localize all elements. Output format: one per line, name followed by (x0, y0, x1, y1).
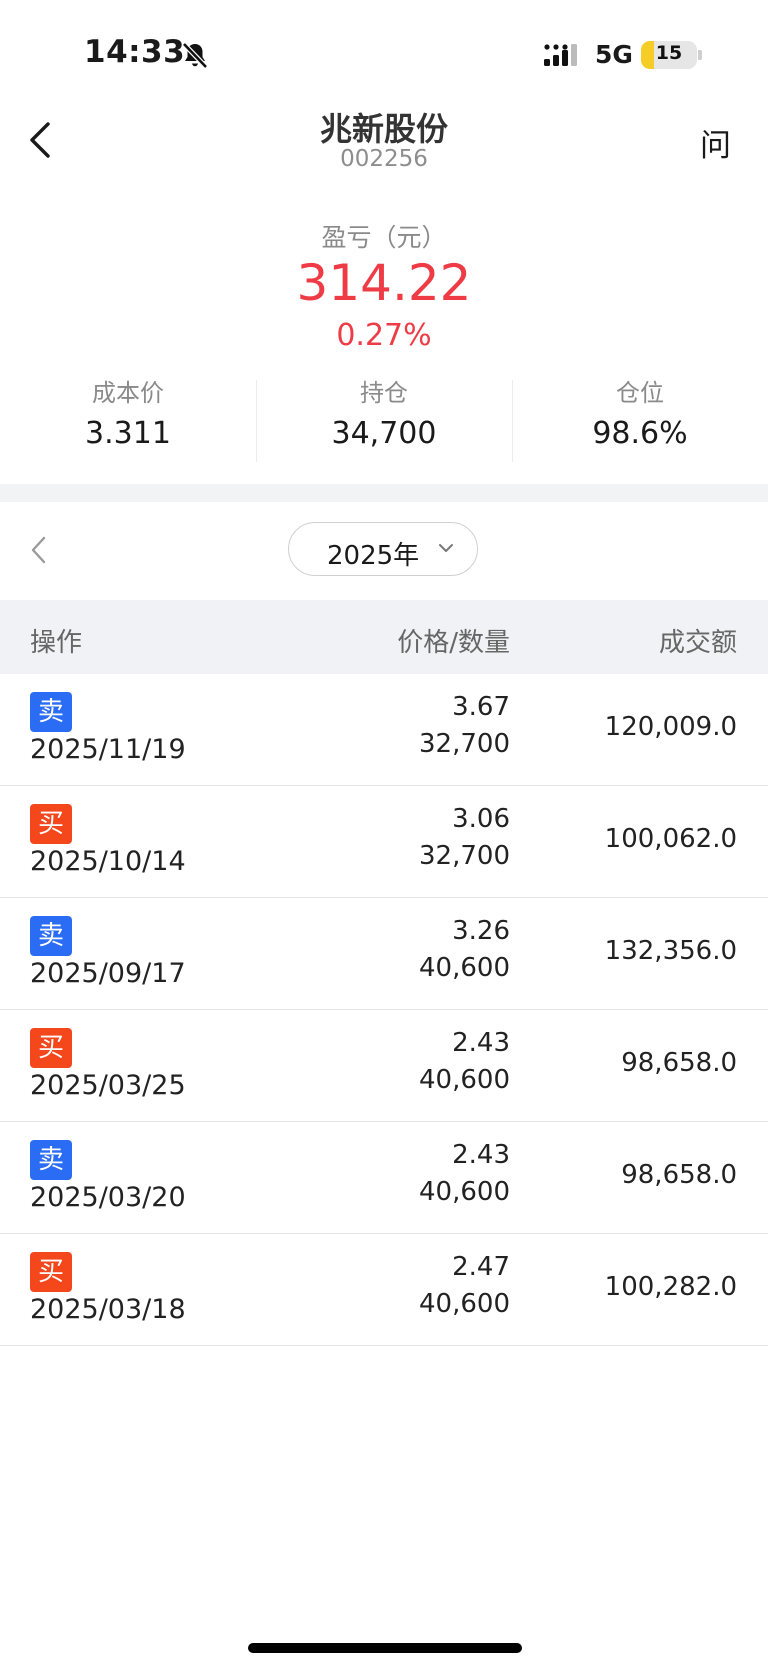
status-bar: 14:33 5G 15 (0, 0, 768, 110)
trade-price: 2.47 (452, 1252, 510, 1282)
chevron-left-icon[interactable] (28, 534, 50, 566)
divider (512, 380, 513, 462)
stat-label: 持仓 (360, 379, 408, 407)
stat-label: 仓位 (616, 379, 664, 407)
sell-badge: 卖 (30, 692, 72, 732)
ask-button[interactable]: 问 (700, 120, 731, 165)
section-divider (0, 484, 768, 502)
stat-value: 34,700 (331, 416, 437, 451)
stat-cost-price: 成本价 3.311 (0, 378, 256, 452)
trade-date: 2025/09/17 (30, 958, 186, 989)
trade-price: 3.26 (452, 916, 510, 946)
table-row[interactable]: 卖 2025/11/19 3.67 32,700 120,009.0 (0, 674, 768, 786)
battery-level: 15 (655, 42, 683, 64)
stock-code: 002256 (340, 146, 428, 172)
year-selector[interactable]: 2025年 (288, 522, 478, 576)
divider (256, 380, 257, 462)
table-row[interactable]: 买 2025/03/25 2.43 40,600 98,658.0 (0, 1010, 768, 1122)
stat-position-ratio: 仓位 98.6% (512, 378, 768, 452)
column-header-price-qty: 价格/数量 (397, 628, 510, 658)
trade-amount: 132,356.0 (604, 936, 737, 966)
table-row[interactable]: 卖 2025/03/20 2.43 40,600 98,658.0 (0, 1122, 768, 1234)
sell-badge: 卖 (30, 1140, 72, 1180)
trade-date: 2025/03/18 (30, 1294, 186, 1325)
profit-loss-value: 314.22 (296, 254, 472, 312)
trade-quantity: 40,600 (419, 1177, 510, 1207)
trade-price: 3.67 (452, 692, 510, 722)
trade-amount: 100,282.0 (604, 1272, 737, 1302)
column-header-amount: 成交额 (658, 628, 737, 658)
battery-indicator: 15 (641, 41, 697, 69)
table-row[interactable]: 卖 2025/09/17 3.26 40,600 132,356.0 (0, 898, 768, 1010)
status-time: 14:33 (84, 34, 186, 70)
buy-badge: 买 (30, 1028, 72, 1068)
table-header: 操作 价格/数量 成交额 (0, 600, 768, 674)
stat-holding: 持仓 34,700 (256, 378, 512, 452)
table-row[interactable]: 买 2025/10/14 3.06 32,700 100,062.0 (0, 786, 768, 898)
chevron-down-icon (439, 544, 453, 552)
year-value: 2025年 (327, 541, 420, 571)
trade-amount: 100,062.0 (604, 824, 737, 854)
trade-quantity: 32,700 (419, 729, 510, 759)
trade-quantity: 40,600 (419, 1065, 510, 1095)
network-type: 5G (595, 40, 633, 69)
profit-loss-percent: 0.27% (336, 318, 432, 353)
buy-badge: 买 (30, 1252, 72, 1292)
battery-nub (698, 50, 702, 60)
profit-loss-label: 盈亏（元） (321, 223, 447, 252)
column-header-operation: 操作 (30, 628, 83, 658)
trade-date: 2025/10/14 (30, 846, 186, 877)
stat-value: 98.6% (592, 416, 688, 451)
table-row[interactable]: 买 2025/03/18 2.47 40,600 100,282.0 (0, 1234, 768, 1346)
page-title: 兆新股份 (319, 110, 448, 148)
signal-bars-icon (544, 44, 577, 66)
trade-quantity: 40,600 (419, 1289, 510, 1319)
stat-label: 成本价 (92, 379, 164, 407)
trade-amount: 98,658.0 (621, 1160, 737, 1190)
bell-slash-icon (182, 42, 208, 69)
position-stats: 成本价 3.311 持仓 34,700 仓位 98.6% (0, 378, 768, 466)
trade-quantity: 32,700 (419, 841, 510, 871)
trade-price: 2.43 (452, 1140, 510, 1170)
trade-amount: 98,658.0 (621, 1048, 737, 1078)
trade-price: 3.06 (452, 804, 510, 834)
trade-quantity: 40,600 (419, 953, 510, 983)
trade-date: 2025/03/25 (30, 1070, 186, 1101)
trade-amount: 120,009.0 (604, 712, 737, 742)
trade-date: 2025/03/20 (30, 1182, 186, 1213)
trade-date: 2025/11/19 (30, 734, 186, 765)
buy-badge: 买 (30, 804, 72, 844)
sell-badge: 卖 (30, 916, 72, 956)
trade-price: 2.43 (452, 1028, 510, 1058)
stat-value: 3.311 (85, 416, 171, 451)
home-indicator[interactable] (248, 1643, 522, 1653)
